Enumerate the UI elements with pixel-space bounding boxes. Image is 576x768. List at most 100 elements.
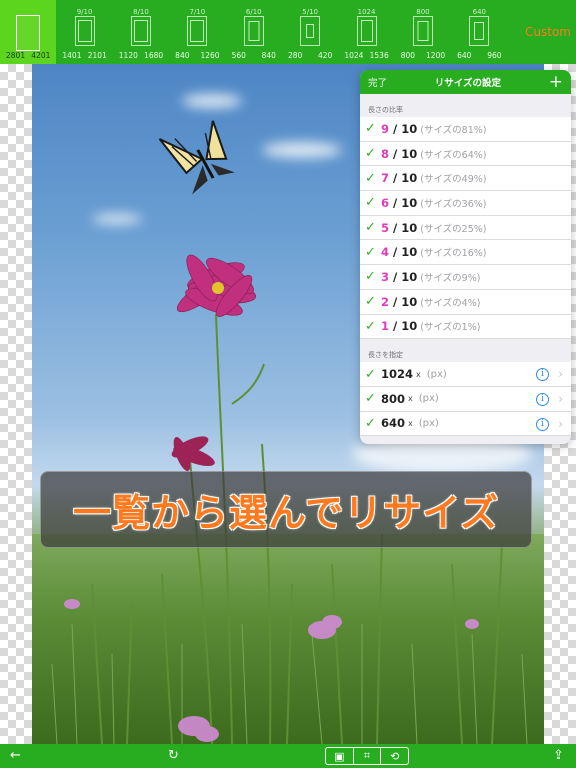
size-option[interactable]: 800 800 1200 (395, 0, 451, 64)
size-height: 420 (318, 51, 333, 60)
times-sign: x (408, 418, 413, 428)
ratio-row[interactable]: ✓ 5 / 10 (サイズの25%) (360, 215, 571, 241)
size-option-ratio: 5/10 (302, 8, 319, 16)
size-option-ratio: 9/10 (76, 8, 93, 16)
checkmark-icon: ✓ (365, 121, 376, 137)
checkmark-icon: ✓ (365, 415, 376, 431)
info-icon[interactable]: i (536, 417, 549, 431)
ratio-fraction: 6 / 10 (381, 195, 418, 210)
size-preview-inner (417, 21, 429, 41)
ratio-fraction: 1 / 10 (381, 319, 418, 334)
size-option-ratio: 7/10 (189, 8, 206, 16)
size-height: 2101 (87, 51, 107, 60)
size-preview-icon (187, 16, 208, 46)
ratio-row[interactable]: ✓ 4 / 10 (サイズの16%) (360, 240, 571, 266)
length-row[interactable]: ✓ 640 x (px) i › (360, 411, 571, 437)
size-option[interactable]: 640 640 960 (451, 0, 507, 64)
length-row[interactable]: ✓ 1024 x (px) i › (360, 362, 571, 387)
size-height: 1680 (144, 51, 164, 60)
times-sign: x (408, 394, 413, 404)
size-option[interactable]: 9/10 1401 2101 (56, 0, 112, 64)
section-label-length: 長さを指定 (368, 351, 403, 360)
ratio-percent: (サイズの64%) (420, 149, 487, 161)
size-option[interactable]: 6/10 560 840 (226, 0, 282, 64)
size-option-dimensions: 1401 2101 (56, 51, 112, 60)
size-option-ratio: 1024 (357, 8, 376, 16)
size-preview-inner (360, 20, 373, 42)
bottom-toolbar: ← ↻ ▣ ⌗ ⟲ ⇪ (0, 744, 576, 768)
size-preview-inner (306, 24, 315, 38)
size-width: 1024 (344, 51, 364, 60)
size-option[interactable]: 1024 1024 1536 (338, 0, 394, 64)
size-option[interactable]: 8/10 1120 1680 (113, 0, 169, 64)
size-option[interactable]: 5/10 280 420 (282, 0, 338, 64)
rotate-icon[interactable]: ↻ (168, 747, 179, 765)
ratio-fraction: 8 / 10 (381, 146, 418, 161)
checkmark-icon: ✓ (365, 318, 376, 334)
size-preview-icon (16, 15, 41, 51)
ratio-fraction: 7 / 10 (381, 171, 418, 186)
size-height: 1260 (200, 51, 220, 60)
size-width: 1401 (62, 51, 82, 60)
done-button[interactable]: 完了 (368, 75, 387, 89)
ratio-row[interactable]: ✓ 1 / 10 (サイズの1%) (360, 314, 571, 340)
size-preview-icon (469, 16, 490, 46)
size-preview-inner (190, 20, 205, 42)
size-height: 960 (487, 51, 502, 60)
size-width: 840 (175, 51, 190, 60)
ratio-fraction: 5 / 10 (381, 220, 418, 235)
size-option-ratio: 640 (472, 8, 486, 16)
size-option[interactable]: 7/10 840 1260 (169, 0, 225, 64)
size-preview-icon (74, 16, 95, 46)
ratio-row[interactable]: ✓ 6 / 10 (サイズの36%) (360, 191, 571, 216)
size-option-dimensions: 560 840 (226, 51, 282, 60)
checkmark-icon: ✓ (365, 244, 376, 260)
size-preview-icon (412, 16, 433, 46)
info-icon[interactable]: i (536, 368, 549, 382)
info-icon[interactable]: i (536, 392, 549, 406)
crop-icon[interactable]: ⌗ (354, 748, 382, 764)
size-option[interactable]: 2801 4201 (0, 0, 57, 64)
custom-button[interactable]: Custom (520, 0, 576, 64)
size-width: 560 (231, 51, 246, 60)
length-value: 800 (381, 391, 406, 406)
length-value: 1024 (381, 367, 414, 382)
length-unit: (px) (418, 417, 439, 429)
size-strip: 2801 4201 9/10 1401 2101 8/10 1120 1680 7/10 840 1… (0, 0, 576, 64)
panel-header: 完了 リサイズの設定 + (360, 70, 571, 94)
ratio-row[interactable]: ✓ 7 / 10 (サイズの49%) (360, 166, 571, 192)
ratio-fraction: 4 / 10 (381, 245, 418, 260)
section-label-ratio: 長さの比率 (368, 106, 403, 114)
size-preview-inner (248, 21, 260, 41)
ratio-percent: (サイズの36%) (420, 198, 487, 210)
size-option-ratio: 8/10 (133, 8, 149, 16)
ratio-row[interactable]: ✓ 9 / 10 (サイズの81%) (360, 117, 571, 142)
resize-settings-panel: 完了 リサイズの設定 + 長さの比率 ✓ 9 / 10 (サイズの81%) ✓ … (360, 70, 571, 444)
back-arrow-icon[interactable]: ← (10, 747, 21, 765)
ratio-fraction: 9 / 10 (381, 121, 418, 136)
ratio-percent: (サイズの49%) (420, 174, 487, 186)
size-width: 280 (287, 51, 303, 60)
size-height: 1200 (426, 51, 446, 60)
length-row[interactable]: ✓ 800 x (px) i › (360, 386, 571, 412)
size-height: 4201 (31, 51, 51, 60)
ratio-fraction: 2 / 10 (381, 294, 418, 309)
size-preview-icon (243, 16, 264, 46)
ratio-row[interactable]: ✓ 2 / 10 (サイズの4%) (360, 289, 571, 315)
layers-icon[interactable]: ▣ (326, 748, 354, 764)
panel-title: リサイズの設定 (434, 78, 501, 89)
size-preview-icon (356, 16, 377, 46)
banner-text: 一覧から選んでリサイズ (73, 491, 499, 535)
ratio-row[interactable]: ✓ 8 / 10 (サイズの64%) (360, 141, 571, 167)
checkmark-icon: ✓ (365, 294, 376, 310)
ratio-row[interactable]: ✓ 3 / 10 (サイズの9%) (360, 265, 571, 290)
ratio-percent: (サイズの9%) (420, 272, 481, 284)
size-option-dimensions: 840 1260 (169, 51, 225, 60)
flip-icon[interactable]: ⟲ (381, 748, 408, 764)
checkmark-icon: ✓ (365, 146, 376, 162)
size-preview-icon (300, 16, 321, 46)
checkmark-icon: ✓ (365, 366, 376, 382)
ratio-percent: (サイズの25%) (420, 223, 487, 235)
share-icon[interactable]: ⇪ (553, 747, 564, 765)
add-icon[interactable]: + (549, 73, 563, 91)
